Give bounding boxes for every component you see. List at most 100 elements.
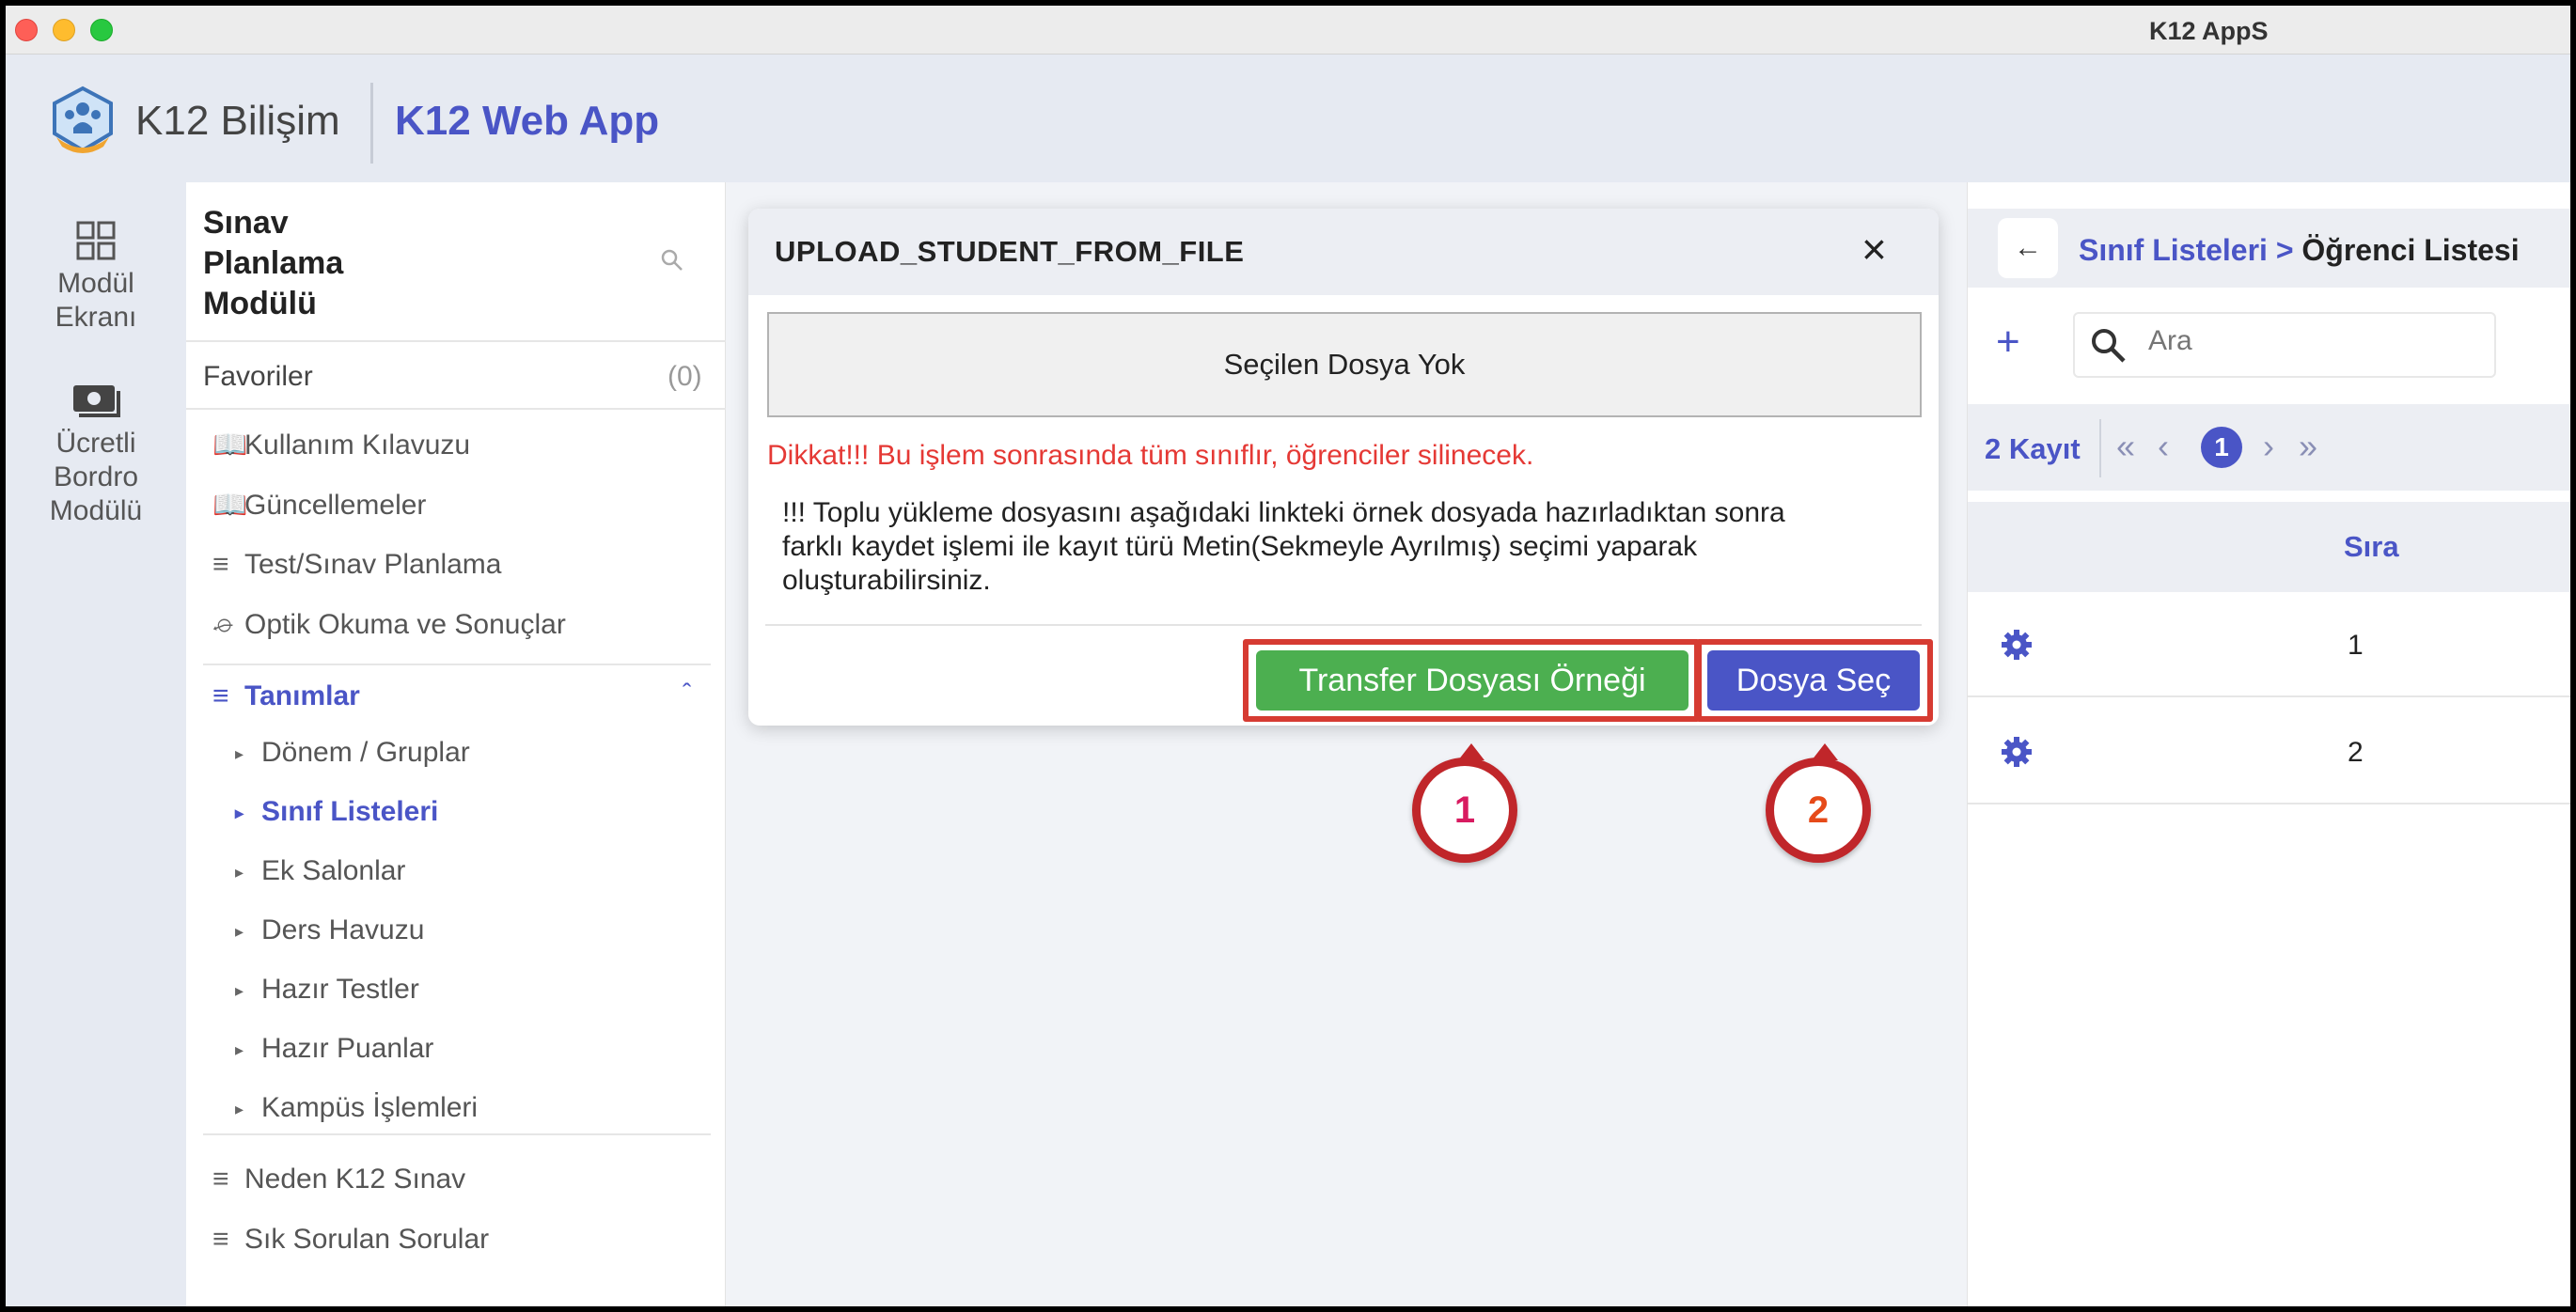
sira-cell: 2 (2348, 737, 2364, 768)
info-line: !!! Toplu yükleme dosyasını aşağıdaki li… (782, 497, 1785, 528)
sub-item-label: Dönem / Gruplar (261, 737, 470, 768)
warning-text: Dikkat!!! Bu işlem sonrasında tüm sınıfl… (767, 440, 1534, 471)
nav-item-kullanim-kilavuzu[interactable]: 📖Kullanım Kılavuzu (212, 429, 470, 461)
sub-item-ders-havuzu[interactable]: ▸ Ders Havuzu (235, 914, 424, 946)
rail-item-modul-ekrani[interactable]: Modül Ekranı (6, 220, 186, 335)
nav-item-optik-okuma[interactable]: ⌮ Optik Okuma ve Sonuçlar (212, 609, 566, 641)
sub-item-kampus-islemleri[interactable]: ▸ Kampüs İşlemleri (235, 1092, 478, 1124)
gear-icon[interactable] (2000, 628, 2034, 662)
prev-page-icon[interactable]: ‹ (2158, 427, 2169, 466)
divider (765, 624, 1922, 626)
nav-item-test-sinav-planlama[interactable]: ≡ Test/Sınav Planlama (212, 549, 501, 581)
add-icon[interactable]: + (1996, 321, 2020, 363)
title-bar: K12 AppS (6, 6, 2570, 55)
module-rail: Modül Ekranı Ücretli Bordro Modülü (6, 182, 186, 1306)
window-title: K12 AppS (2149, 17, 2269, 45)
rail-label-line: Bordro (53, 461, 139, 492)
next-page-icon[interactable]: › (2263, 427, 2274, 466)
sub-item-ek-salonlar[interactable]: ▸ Ek Salonlar (235, 855, 405, 887)
app-header: K12 Bilişim K12 Web App (6, 55, 2570, 182)
upload-dialog: UPLOAD_STUDENT_FROM_FILE × Seçilen Dosya… (748, 209, 1939, 726)
header-divider (370, 83, 373, 164)
sub-item-label: Ders Havuzu (261, 914, 425, 945)
step-callout-2: 2 (1766, 743, 1871, 863)
last-page-icon[interactable]: » (2299, 427, 2317, 466)
module-title-line: Modülü (203, 286, 317, 321)
app-window: K12 AppS K12 Bilişim K12 Web App Modül E… (6, 6, 2570, 1306)
favorites-count: (0) (668, 361, 702, 392)
gear-icon[interactable] (2000, 735, 2034, 769)
student-list-panel: ← Sınıf Listeleri > Öğrenci Listesi + 2 … (1967, 182, 2570, 1306)
sample-file-button[interactable]: Transfer Dosyası Örneği (1256, 650, 1689, 711)
divider (2099, 419, 2101, 477)
rail-label-line: Ücretli (55, 428, 136, 459)
caret-right-icon: ▸ (235, 862, 244, 882)
sub-item-donem-gruplar[interactable]: ▸ Dönem / Gruplar (235, 737, 470, 769)
divider (203, 664, 711, 665)
sub-item-label: Kampüs İşlemleri (261, 1092, 479, 1123)
book-icon: 📖 (212, 430, 248, 461)
close-icon[interactable]: × (1861, 227, 1887, 271)
sub-item-sinif-listeleri[interactable]: ▸ Sınıf Listeleri (235, 796, 438, 828)
nav-item-guncellemeler[interactable]: 📖Güncellemeler (212, 489, 426, 522)
search-icon[interactable] (660, 248, 684, 273)
back-arrow-icon[interactable]: ← (1998, 218, 2058, 278)
pagination-bar: 2 Kayıt « ‹ 1 › » (1968, 404, 2570, 491)
divider (186, 408, 726, 410)
caret-right-icon: ▸ (235, 1099, 244, 1118)
dialog-header: UPLOAD_STUDENT_FROM_FILE × (748, 209, 1939, 295)
select-file-button[interactable]: Dosya Seç (1707, 650, 1920, 711)
current-page[interactable]: 1 (2201, 427, 2242, 468)
table-row[interactable]: 2 (1968, 699, 2570, 804)
column-header-sira[interactable]: Sıra (2344, 530, 2399, 564)
brand-name: K12 Bilişim (135, 98, 340, 144)
nav-item-sik-sorulan-sorular[interactable]: ≡ Sık Sorulan Sorular (212, 1224, 489, 1256)
info-line: farklı kaydet işlemi ile kayıt türü Meti… (782, 531, 1698, 562)
nav-section-tanimlar[interactable]: ≡ Tanımlar (212, 680, 360, 712)
playlist-add-icon: ≡ (212, 680, 229, 711)
nav-item-label: Sık Sorulan Sorular (244, 1224, 490, 1255)
book-icon: 📖 (212, 490, 248, 521)
nav-item-label: Güncellemeler (244, 490, 427, 521)
list-icon: ≡ (212, 1164, 229, 1195)
zoom-window-button[interactable] (90, 19, 113, 41)
first-page-icon[interactable]: « (2116, 427, 2135, 466)
scanner-icon: ⌮ (212, 609, 234, 640)
info-text: !!! Toplu yükleme dosyasını aşağıdaki li… (782, 496, 1910, 598)
sub-item-label: Hazır Testler (261, 974, 419, 1005)
nav-item-neden-k12-sinav[interactable]: ≡ Neden K12 Sınav (212, 1164, 465, 1195)
minimize-window-button[interactable] (53, 19, 75, 41)
selected-file-status[interactable]: Seçilen Dosya Yok (767, 312, 1922, 417)
dialog-title: UPLOAD_STUDENT_FROM_FILE (775, 235, 1245, 268)
grid-icon (76, 221, 116, 260)
caret-right-icon: ▸ (235, 803, 244, 822)
caret-right-icon: ▸ (235, 921, 244, 941)
caret-right-icon: ▸ (235, 743, 244, 763)
k12-logo-icon (53, 86, 113, 153)
sub-item-label: Hazır Puanlar (261, 1033, 434, 1064)
sira-cell: 1 (2348, 630, 2364, 661)
rail-label-line: Ekranı (55, 302, 137, 333)
search-input[interactable] (2148, 325, 2477, 357)
breadcrumb-link[interactable]: Sınıf Listeleri > (2079, 233, 2294, 267)
chevron-up-icon[interactable]: ˆ (683, 679, 691, 709)
caret-right-icon: ▸ (235, 1039, 244, 1059)
caret-right-icon: ▸ (235, 980, 244, 1000)
nav-item-label: Optik Okuma ve Sonuçlar (244, 609, 566, 640)
rail-label-line: Modül (57, 268, 134, 299)
close-window-button[interactable] (15, 19, 38, 41)
module-title-line: Sınav (203, 205, 289, 241)
divider (186, 340, 726, 342)
search-box[interactable] (2073, 312, 2496, 378)
info-line: oluşturabilirsiniz. (782, 565, 991, 596)
favorites-label[interactable]: Favoriler (203, 361, 313, 393)
rail-item-ucretli-bordro[interactable]: Ücretli Bordro Modülü (6, 383, 186, 528)
table-row[interactable]: 1 (1968, 592, 2570, 697)
step-callout-1: 1 (1412, 743, 1517, 863)
sub-item-hazir-testler[interactable]: ▸ Hazır Testler (235, 974, 419, 1006)
sub-item-label: Ek Salonlar (261, 855, 406, 886)
breadcrumb-current: Öğrenci Listesi (2301, 233, 2520, 267)
breadcrumb: Sınıf Listeleri > Öğrenci Listesi (2079, 233, 2520, 268)
sub-item-hazir-puanlar[interactable]: ▸ Hazır Puanlar (235, 1033, 433, 1065)
module-title: Sınav Planlama Modülü (203, 203, 485, 324)
